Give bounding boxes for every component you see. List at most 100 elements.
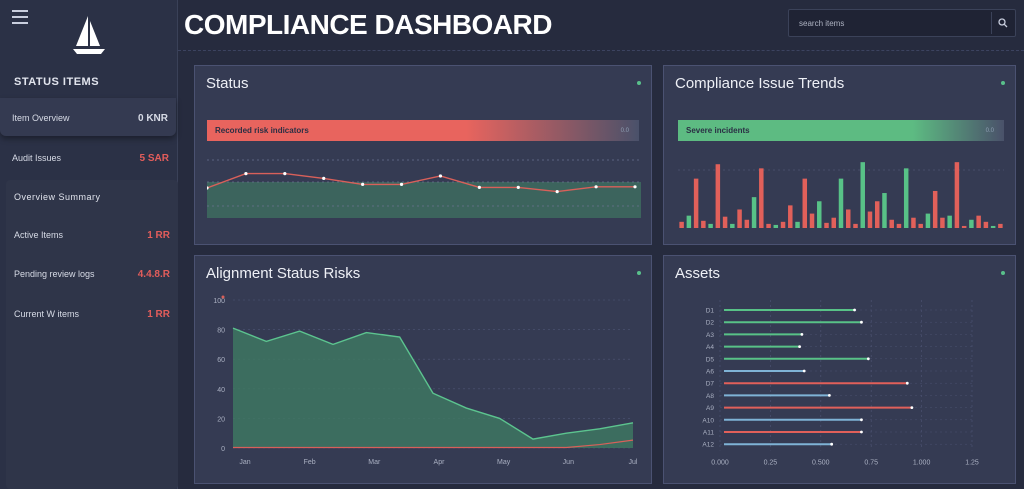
bar: [853, 223, 858, 228]
data-point: [516, 185, 520, 189]
bar-end-point: [800, 333, 804, 336]
bar: [759, 168, 764, 228]
data-point: [244, 172, 248, 176]
header-divider: [178, 50, 1024, 51]
sidebar-item-value: 1 RR: [147, 229, 170, 241]
sidebar-item-label: Item Overview: [12, 113, 70, 123]
row-label: A3: [706, 332, 714, 339]
data-point: [438, 174, 443, 178]
panel-menu-dot-icon[interactable]: [1001, 81, 1005, 85]
bar: [889, 219, 894, 228]
row-label: A8: [706, 393, 714, 400]
row-label: D5: [706, 356, 715, 363]
row-label: A9: [706, 405, 714, 412]
sidebar-overview-card: Overview Summary Active Items 1 RR Pendi…: [6, 180, 178, 489]
x-tick-label: 0.75: [864, 459, 878, 466]
sidebar-item[interactable]: Active Items 1 RR: [14, 227, 170, 243]
sidebar-item-label: Current W items: [14, 309, 80, 319]
y-tick-label: 60: [217, 357, 225, 364]
x-tick-label: Apr: [434, 459, 446, 466]
x-tick-label: 1.000: [913, 459, 931, 466]
bar-end-point: [802, 369, 806, 373]
bar: [976, 215, 981, 228]
banner-value: 0.0: [620, 127, 629, 134]
assets-bar-chart: 0.000 0.25 0.500 0.75 1.000 1.25 D1 D2 A3 A4 D5 A6 D…: [702, 300, 979, 466]
menu-icon[interactable]: [12, 10, 28, 24]
sidebar-item[interactable]: Item Overview 0 KNR: [12, 110, 168, 126]
alignment-risks-panel: Alignment Status Risks 100 80 60 40 20 0 Jan Fe…: [194, 255, 652, 484]
search-button[interactable]: [991, 12, 1013, 34]
bar: [751, 197, 757, 228]
bar-end-point: [827, 394, 831, 397]
row-label: D1: [706, 308, 715, 315]
bar: [686, 215, 692, 228]
y-tick-label: 80: [217, 328, 225, 335]
bar: [954, 162, 960, 228]
y-tick-label: 0: [221, 446, 225, 453]
bar: [947, 215, 952, 228]
x-tick-label: Jun: [563, 459, 574, 466]
sidebar-section2-title: Overview Summary: [14, 192, 101, 202]
bar: [882, 193, 887, 228]
panel-menu-dot-icon[interactable]: [1001, 271, 1005, 275]
bar: [925, 213, 931, 228]
row-label: A11: [703, 430, 714, 437]
data-point: [594, 185, 598, 189]
bar-end-point: [910, 406, 914, 409]
bar: [737, 209, 742, 228]
bar: [831, 217, 837, 228]
bar: [744, 219, 750, 228]
bar: [824, 222, 829, 228]
bar: [990, 225, 996, 228]
sidebar-item[interactable]: Audit Issues 5 SAR: [12, 150, 169, 166]
alignment-area-chart: 100 80 60 40 20 0 Jan Feb Mar Apr May Jun Jul: [213, 295, 638, 466]
compliance-bar-chart: [678, 162, 1004, 228]
page-title: COMPLIANCE DASHBOARD: [184, 9, 553, 40]
sidebar-item-value: 1 RR: [147, 308, 170, 320]
sidebar-item-value: 0 KNR: [137, 112, 168, 124]
data-point: [283, 172, 287, 176]
bar-end-point: [860, 430, 863, 434]
bar: [701, 220, 706, 228]
sidebar-item-label: Pending review logs: [14, 269, 95, 279]
status-line-chart: [207, 159, 641, 218]
bar: [838, 178, 844, 228]
bar-end-point: [866, 357, 870, 361]
bar: [860, 162, 865, 228]
search-input[interactable]: [789, 10, 979, 36]
sidebar-item-value: 5 SAR: [139, 152, 169, 164]
bar: [845, 209, 851, 228]
row-label: A6: [706, 369, 714, 376]
bar-end-point: [860, 418, 863, 422]
bar: [918, 223, 923, 228]
bar: [911, 217, 916, 228]
bar-end-point: [860, 320, 863, 324]
x-tick-label: May: [497, 459, 511, 466]
x-tick-label: 0.000: [711, 459, 729, 466]
x-tick-label: Jul: [629, 459, 638, 466]
bar: [874, 201, 880, 228]
x-tick-label: 0.25: [764, 459, 778, 466]
panel-menu-dot-icon[interactable]: [637, 271, 641, 275]
bar: [780, 221, 786, 228]
data-point: [361, 182, 365, 186]
bar: [998, 223, 1003, 228]
y-tick-label: 20: [217, 416, 225, 423]
bar: [766, 223, 771, 228]
x-tick-label: Jan: [239, 459, 250, 466]
row-label: A10: [702, 417, 714, 424]
bar: [969, 219, 974, 228]
bar: [809, 213, 815, 228]
sidebar-item[interactable]: Current W items 1 RR: [14, 306, 170, 322]
sidebar-section-title: STATUS ITEMS: [14, 76, 100, 88]
bar: [802, 178, 808, 228]
search-icon: [997, 18, 1007, 28]
sidebar: STATUS ITEMS Item Overview 0 KNR Audit I…: [0, 0, 178, 489]
sidebar-item[interactable]: Pending review logs 4.4.8.R: [14, 266, 170, 282]
panel-menu-dot-icon[interactable]: [637, 81, 641, 85]
row-label: D2: [706, 320, 715, 327]
compliance-panel: Compliance Issue Trends Severe incidents…: [663, 65, 1016, 245]
sidebar-summary-card: Item Overview 0 KNR: [0, 98, 176, 136]
status-panel: Status Recorded risk indicators 0.0: [194, 65, 652, 245]
panel-title: Assets: [675, 265, 721, 282]
